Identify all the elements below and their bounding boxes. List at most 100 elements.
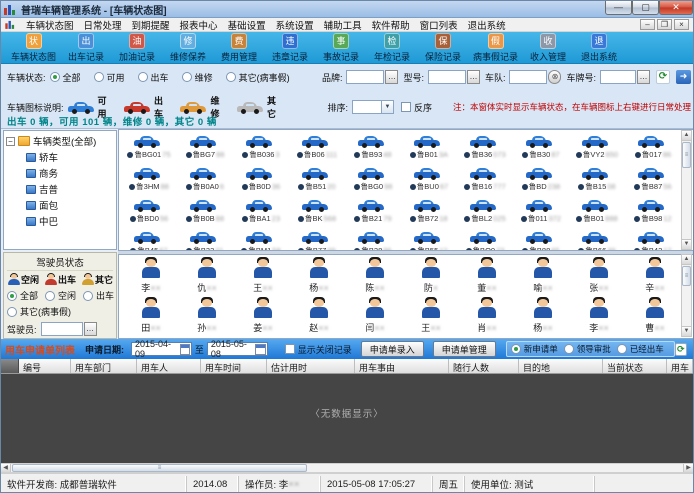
driver-status-radio[interactable]: 空闲 — [45, 289, 76, 302]
menu-item[interactable]: 辅助工具 — [319, 18, 367, 32]
menu-item[interactable]: 退出系统 — [463, 18, 511, 32]
scrollbar-thumb[interactable]: ≡ — [682, 142, 691, 168]
driver-item[interactable]: 姜×× — [235, 297, 291, 337]
brand-more-button[interactable]: … — [385, 70, 398, 84]
reverse-checkbox[interactable]: 反序 — [401, 101, 432, 114]
menu-item[interactable]: 窗口列表 — [415, 18, 463, 32]
vehicle-item[interactable]: 鲁3HM 88 — [121, 165, 177, 197]
menu-item[interactable]: 基础设置 — [223, 18, 271, 32]
driver-item[interactable]: 喻×× — [515, 257, 571, 297]
request-manage-button[interactable]: 申请单管理 — [433, 341, 496, 357]
vehicle-status-radio[interactable]: 维修 — [182, 71, 213, 84]
driver-item[interactable]: 杨×× — [291, 257, 347, 297]
vehicle-item[interactable]: 鲁B42 17 — [625, 229, 681, 251]
vehicle-item[interactable]: 鲁B0D 36 — [233, 165, 289, 197]
tree-root[interactable]: − 车辆类型(全部) — [6, 134, 114, 148]
driver-item[interactable]: 李×× — [571, 297, 627, 337]
sort-select[interactable] — [352, 100, 382, 114]
vehicle-item[interactable]: 鲁BK 568 — [289, 197, 345, 229]
column-header[interactable]: 编号 — [19, 359, 71, 373]
tree-expand-icon[interactable]: − — [6, 137, 15, 146]
driver-item[interactable]: 李×× — [123, 257, 179, 297]
vehicle-item[interactable]: 鲁B0B 88 — [177, 197, 233, 229]
vehicle-item[interactable]: 鲁BU0 67 — [401, 165, 457, 197]
toolbar-button[interactable]: 费 费用管理 — [218, 33, 260, 63]
column-header[interactable]: 当前状态 — [603, 359, 667, 373]
vehicle-item[interactable]: 鲁BD 238 — [513, 165, 569, 197]
vehicle-item[interactable]: 鲁B88 65 — [513, 229, 569, 251]
vehicle-item[interactable]: 鲁B28 86 — [345, 229, 401, 251]
column-header[interactable]: 目的地 — [519, 359, 603, 373]
calendar-icon[interactable] — [180, 344, 190, 355]
driver-status-radio[interactable]: 出车 — [83, 289, 114, 302]
vehicle-item[interactable]: 鲁B93 48 — [345, 133, 401, 165]
vehicle-item[interactable]: 鲁BA1 23 — [233, 197, 289, 229]
plate-more-button[interactable]: … — [637, 70, 650, 84]
exit-icon[interactable]: ➜ — [676, 70, 691, 84]
vehicle-item[interactable]: 鲁B77 09 — [289, 229, 345, 251]
driver-input[interactable] — [41, 322, 83, 336]
date-from-input[interactable]: 2015-04-09 — [131, 342, 192, 356]
mdi-close-button[interactable]: × — [674, 19, 689, 30]
menu-item[interactable]: 软件帮助 — [367, 18, 415, 32]
close-button[interactable]: ✕ — [659, 1, 693, 15]
driver-item[interactable]: 田×× — [123, 297, 179, 337]
driver-item[interactable]: 肖×× — [459, 297, 515, 337]
toolbar-button[interactable]: 假 病事假记录 — [473, 33, 518, 63]
model-more-button[interactable]: … — [467, 70, 480, 84]
vehicle-item[interactable]: 鲁B36 073 — [457, 133, 513, 165]
date-to-input[interactable]: 2015-05-08 — [207, 342, 268, 356]
vehicle-grid-scrollbar[interactable]: ▲ ≡ ▼ — [681, 130, 692, 250]
driver-item[interactable]: 辛×× — [627, 257, 683, 297]
driver-item[interactable]: 董×× — [459, 257, 515, 297]
vehicle-item[interactable]: 鲁BM1 58 — [233, 229, 289, 251]
scroll-left-icon[interactable]: ◀ — [1, 464, 11, 472]
toolbar-button[interactable]: 油 加油记录 — [116, 33, 158, 63]
request-status-radio[interactable]: 领导审批 — [564, 343, 611, 355]
mdi-minimize-button[interactable]: – — [640, 19, 655, 30]
vehicle-item[interactable]: 鲁B45 67 — [121, 229, 177, 251]
chevron-down-icon[interactable]: ▼ — [382, 100, 394, 114]
vehicle-item[interactable]: 鲁BG0 98 — [345, 165, 401, 197]
scroll-down-icon[interactable]: ▼ — [682, 239, 691, 249]
scrollbar-thumb[interactable]: ≡ — [12, 464, 307, 472]
vehicle-item[interactable]: 鲁B51 20 — [289, 165, 345, 197]
vehicle-item[interactable]: 鲁B01 3A — [401, 133, 457, 165]
refresh-icon[interactable]: ⟳ — [656, 70, 670, 84]
show-closed-checkbox[interactable]: 显示关闭记录 — [285, 343, 352, 356]
driver-item[interactable]: 防× — [403, 257, 459, 297]
menu-item[interactable]: 日常处理 — [79, 18, 127, 32]
menu-item[interactable]: 到期提醒 — [127, 18, 175, 32]
brand-input[interactable] — [346, 70, 384, 84]
vehicle-item[interactable]: 鲁B30 87 — [513, 133, 569, 165]
maximize-button[interactable]: ▢ — [632, 1, 659, 15]
vehicle-status-radio[interactable]: 可用 — [94, 71, 125, 84]
tree-item[interactable]: 商务 — [26, 166, 114, 180]
vehicle-item[interactable]: 鲁B72 18 — [401, 197, 457, 229]
driver-item[interactable]: 赵×× — [291, 297, 347, 337]
vehicle-item[interactable]: 鲁BL2 025 — [457, 197, 513, 229]
driver-grid-scrollbar[interactable]: ▲ ≡ ▼ — [681, 254, 692, 337]
scroll-up-icon[interactable]: ▲ — [682, 131, 691, 141]
vehicle-item[interactable]: 鲁B06 111 — [289, 133, 345, 165]
column-header[interactable]: 用车人 — [137, 359, 201, 373]
toolbar-button[interactable]: 检 年检记录 — [371, 33, 413, 63]
vehicle-item[interactable]: 鲁B15 08 — [569, 165, 625, 197]
toolbar-button[interactable]: 出 出车记录 — [65, 33, 107, 63]
tree-item[interactable]: 吉普 — [26, 182, 114, 196]
driver-status-radio[interactable]: 全部 — [7, 289, 38, 302]
menu-item[interactable]: 车辆状态图 — [21, 18, 79, 32]
driver-other-radio[interactable]: 其它(病事假) — [7, 305, 71, 318]
toolbar-button[interactable]: 收 收入管理 — [527, 33, 569, 63]
driver-item[interactable]: 王×× — [235, 257, 291, 297]
tree-item[interactable]: 面包 — [26, 198, 114, 212]
request-status-radio[interactable]: 已经出车 — [617, 343, 664, 355]
vehicle-item[interactable]: 鲁B66 39 — [569, 229, 625, 251]
scroll-down-icon[interactable]: ▼ — [682, 326, 691, 336]
vehicle-item[interactable]: 鲁B16 777 — [457, 165, 513, 197]
driver-item[interactable]: 曹×× — [627, 297, 683, 337]
vehicle-item[interactable]: 鲁B0A0 6 — [177, 165, 233, 197]
menu-item[interactable]: 报表中心 — [175, 18, 223, 32]
driver-item[interactable]: 杨×× — [515, 297, 571, 337]
request-status-radio[interactable]: 新申请单 — [511, 343, 558, 355]
